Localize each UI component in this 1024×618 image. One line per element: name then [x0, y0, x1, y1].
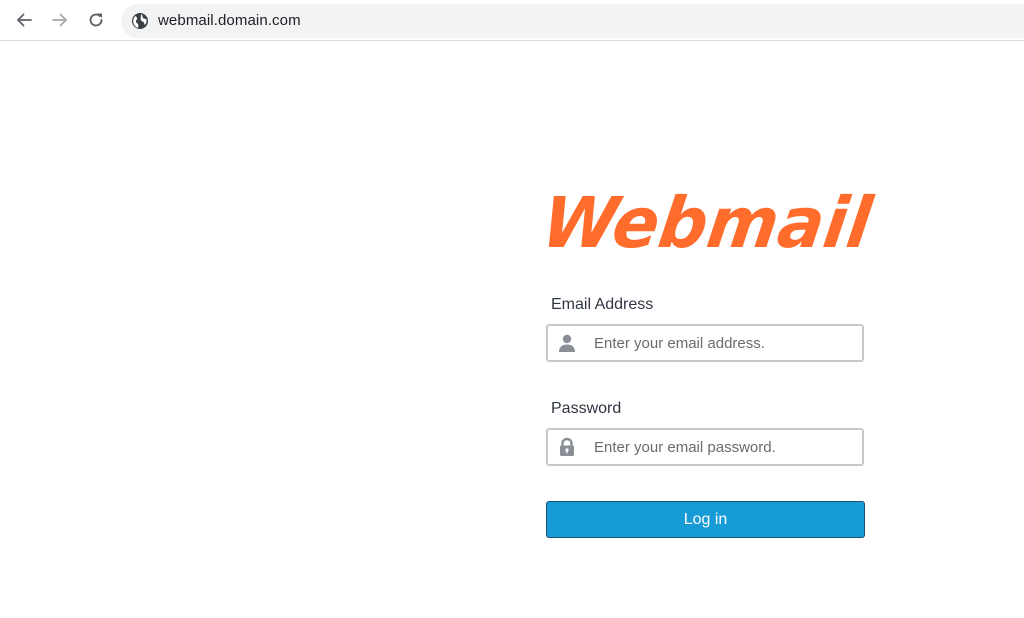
user-icon	[559, 334, 575, 352]
arrow-left-icon	[17, 13, 32, 27]
email-input[interactable]	[594, 326, 854, 360]
email-field-wrapper	[546, 324, 864, 362]
webmail-logo: Webmail	[537, 182, 880, 264]
address-bar[interactable]: webmail.domain.com	[121, 4, 1024, 38]
password-label: Password	[551, 400, 622, 417]
globe-icon	[132, 13, 148, 29]
email-label: Email Address	[551, 296, 654, 313]
lock-icon	[560, 437, 574, 456]
back-button[interactable]	[9, 5, 39, 35]
forward-button[interactable]	[45, 5, 75, 35]
login-button[interactable]: Log in	[546, 501, 865, 538]
logo-text: Webmail	[540, 187, 878, 253]
browser-toolbar: webmail.domain.com	[0, 0, 1024, 41]
password-input[interactable]	[594, 430, 854, 464]
password-field-wrapper	[546, 428, 864, 466]
url-text: webmail.domain.com	[158, 12, 301, 29]
arrow-right-icon	[52, 13, 67, 27]
reload-icon	[89, 13, 103, 27]
reload-button[interactable]	[81, 5, 111, 35]
